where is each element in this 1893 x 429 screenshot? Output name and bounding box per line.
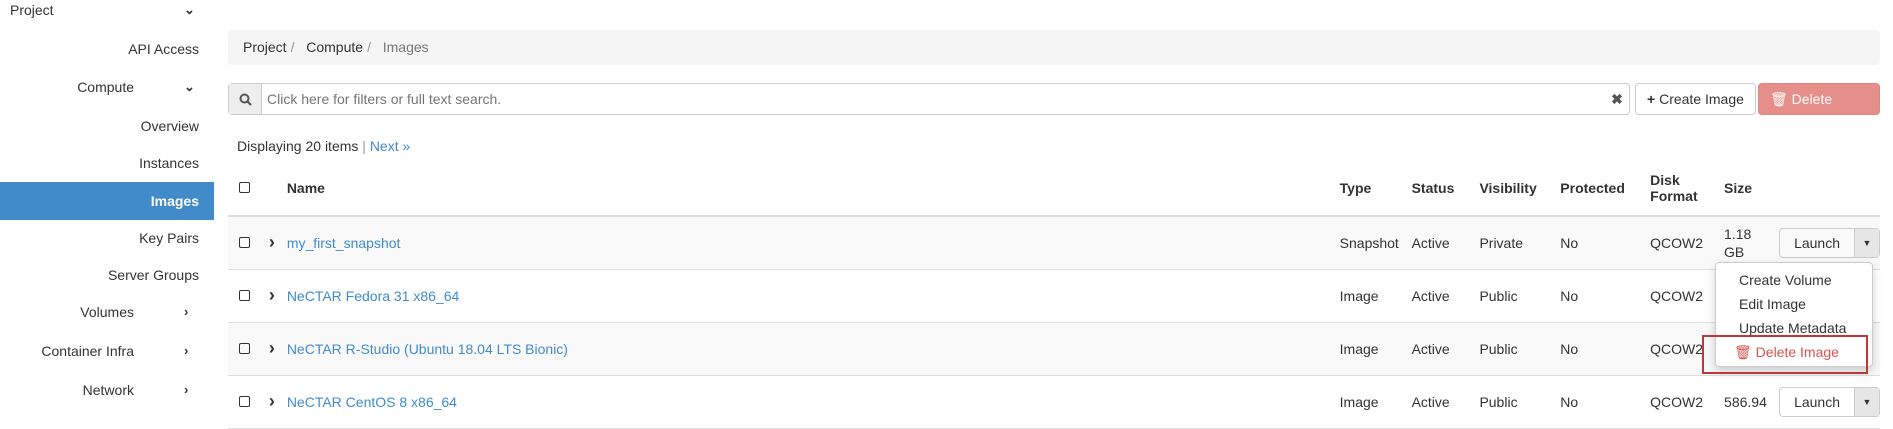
sidebar-item-images[interactable]: Images <box>0 182 214 220</box>
sidebar-item-overview[interactable]: Overview <box>0 107 214 145</box>
table-row: › NeCTAR Fedora 31 x86_64 Image Active P… <box>228 269 1880 323</box>
cell-disk-format: QCOW2 <box>1650 375 1725 429</box>
chevron-down-icon: ⌄ <box>184 2 195 17</box>
chevron-right-icon[interactable]: › <box>269 232 275 252</box>
chevron-right-icon[interactable]: › <box>269 391 275 411</box>
sidebar-item-container-infra[interactable]: Container Infra › <box>0 332 214 370</box>
breadcrumb-compute[interactable]: Compute <box>306 39 363 55</box>
cell-status: Active <box>1411 269 1480 323</box>
launch-button[interactable]: Launch <box>1780 229 1854 257</box>
sidebar-item-label: Container Infra <box>41 343 134 359</box>
cell-protected: No <box>1560 269 1651 323</box>
chevron-right-icon: › <box>184 382 189 397</box>
create-image-label: Create Image <box>1659 91 1744 107</box>
caret-down-icon[interactable]: ▼ <box>1854 387 1879 416</box>
cell-status: Active <box>1411 375 1480 429</box>
launch-button[interactable]: Launch <box>1780 388 1854 416</box>
sidebar-item-network[interactable]: Network › <box>0 371 214 409</box>
cell-type: Image <box>1339 322 1412 376</box>
header-disk-format[interactable]: Disk Format <box>1650 160 1725 217</box>
sidebar-item-label: Volumes <box>80 304 134 320</box>
row-checkbox[interactable] <box>239 236 250 248</box>
table-row: › my_first_snapshot Snapshot Active Priv… <box>228 216 1880 270</box>
menu-item-edit-image[interactable]: Edit Image <box>1716 292 1872 316</box>
cell-protected: No <box>1560 375 1651 429</box>
chevron-down-icon: ⌄ <box>184 79 195 94</box>
cell-type: Image <box>1339 269 1412 323</box>
cell-protected: No <box>1560 322 1651 376</box>
item-count: Displaying 20 items <box>237 138 359 154</box>
sidebar-project[interactable]: Project ⌄ <box>0 0 214 29</box>
header-size[interactable]: Size <box>1724 160 1780 217</box>
table-row: › NeCTAR R-Studio (Ubuntu 18.04 LTS Bion… <box>228 322 1880 376</box>
launch-button-group: Launch ▼ <box>1779 227 1880 258</box>
header-status[interactable]: Status <box>1411 160 1480 217</box>
highlight-box <box>1702 335 1868 374</box>
header-visibility[interactable]: Visibility <box>1479 160 1561 217</box>
images-table: Name Type Status Visibility Protected Di… <box>228 160 1880 429</box>
sidebar-item-label: Images <box>150 193 199 209</box>
sidebar-item-label: Network <box>82 382 134 398</box>
sidebar-item-label: Key Pairs <box>139 230 199 246</box>
cell-status: Active <box>1411 322 1480 376</box>
table-row: › NeCTAR CentOS 8 x86_64 Image Active Pu… <box>228 375 1880 429</box>
chevron-right-icon[interactable]: › <box>269 338 275 358</box>
cell-visibility: Private <box>1479 216 1561 270</box>
header-protected[interactable]: Protected <box>1560 160 1651 217</box>
sidebar-item-compute[interactable]: Compute ⌄ <box>0 68 214 106</box>
breadcrumb: Project / Compute / Images <box>228 30 1880 65</box>
separator: | <box>362 138 366 154</box>
row-checkbox[interactable] <box>239 395 250 407</box>
cell-type: Image <box>1339 375 1412 429</box>
breadcrumb-images: Images <box>382 39 429 55</box>
cell-status: Active <box>1411 216 1480 270</box>
sidebar-item-label: Compute <box>77 79 134 95</box>
cell-disk-format: QCOW2 <box>1650 269 1725 323</box>
header-name[interactable]: Name <box>286 160 1340 217</box>
sidebar-project-label: Project <box>10 2 54 18</box>
image-name-link[interactable]: NeCTAR R-Studio (Ubuntu 18.04 LTS Bionic… <box>287 341 568 357</box>
row-checkbox[interactable] <box>239 342 250 354</box>
sidebar-item-api-access[interactable]: API Access <box>0 30 214 68</box>
cell-visibility: Public <box>1479 375 1561 429</box>
table-header: Name Type Status Visibility Protected Di… <box>228 160 1880 217</box>
delete-images-button[interactable]: 🗑 Delete Images <box>1758 83 1880 137</box>
sidebar-item-volumes[interactable]: Volumes › <box>0 293 214 331</box>
sidebar-item-instances[interactable]: Instances <box>0 144 214 182</box>
menu-item-create-volume[interactable]: Create Volume <box>1716 268 1872 292</box>
sidebar-item-key-pairs[interactable]: Key Pairs <box>0 219 214 257</box>
sidebar-item-label: Server Groups <box>107 267 199 283</box>
caret-down-icon[interactable]: ▼ <box>1854 228 1879 257</box>
close-icon[interactable]: ✖ <box>1605 84 1629 114</box>
chevron-right-icon: › <box>184 343 189 358</box>
cell-type: Snapshot <box>1339 216 1412 270</box>
search-icon[interactable] <box>229 84 262 114</box>
sidebar-item-server-groups[interactable]: Server Groups <box>0 256 214 294</box>
pagination-info: Displaying 20 items | Next » <box>237 138 410 154</box>
cell-disk-format: QCOW2 <box>1650 216 1725 270</box>
next-page-link[interactable]: Next » <box>370 138 410 154</box>
image-name-link[interactable]: NeCTAR CentOS 8 x86_64 <box>287 394 457 410</box>
search-bar: ✖ <box>228 83 1630 115</box>
cell-visibility: Public <box>1479 269 1561 323</box>
cell-visibility: Public <box>1479 322 1561 376</box>
trash-icon: 🗑 <box>1770 91 1788 107</box>
row-checkbox[interactable] <box>239 289 250 301</box>
image-name-link[interactable]: NeCTAR Fedora 31 x86_64 <box>287 288 460 304</box>
sidebar-item-label: Instances <box>139 155 199 171</box>
launch-button-group: Launch ▼ <box>1779 386 1880 417</box>
header-type[interactable]: Type <box>1339 160 1412 217</box>
chevron-right-icon[interactable]: › <box>269 285 275 305</box>
sidebar-item-label: API Access <box>128 41 199 57</box>
select-all-checkbox[interactable] <box>239 181 250 193</box>
breadcrumb-project[interactable]: Project <box>243 39 287 55</box>
create-image-button[interactable]: + Create Image <box>1635 83 1756 115</box>
plus-icon: + <box>1647 91 1656 107</box>
cell-size: 586.94 <box>1724 375 1780 429</box>
chevron-right-icon: › <box>184 304 189 319</box>
cell-protected: No <box>1560 216 1651 270</box>
search-input[interactable] <box>262 84 1605 114</box>
image-name-link[interactable]: my_first_snapshot <box>287 235 401 251</box>
sidebar-item-label: Overview <box>140 118 199 134</box>
